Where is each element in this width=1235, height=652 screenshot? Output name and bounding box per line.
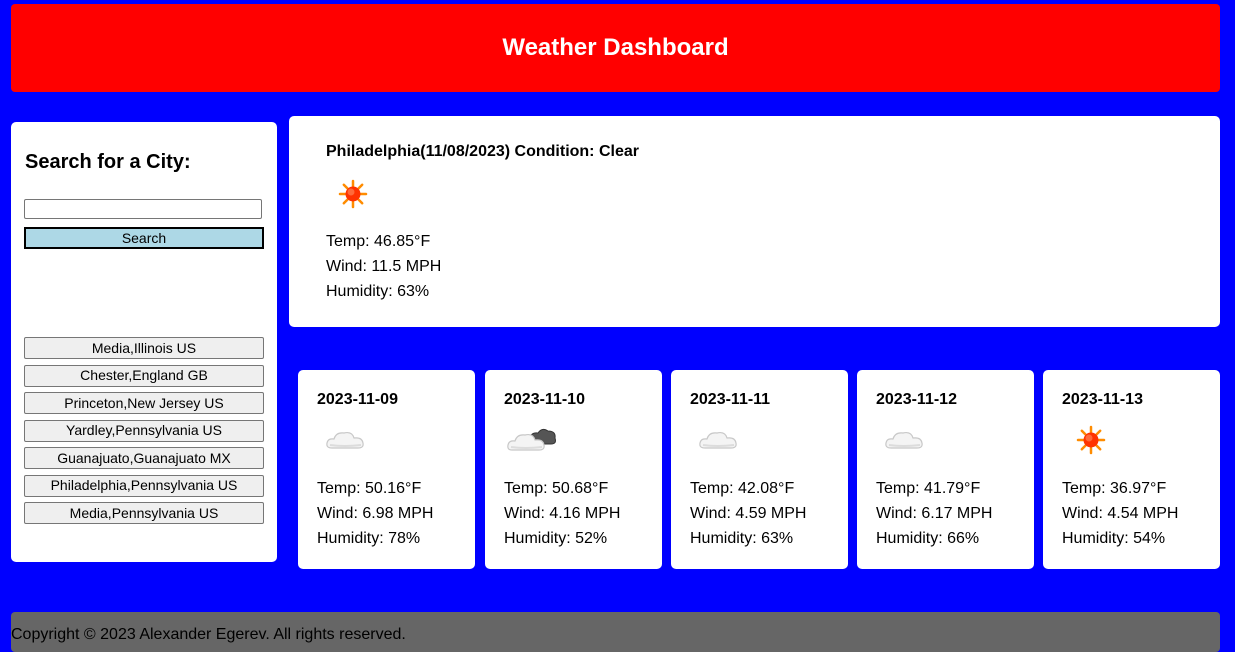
forecast-wind: Wind: 6.98 MPH [317, 505, 434, 522]
broken-clouds-icon [506, 422, 556, 456]
history-button[interactable]: Princeton,New Jersey US [24, 392, 264, 414]
search-panel: Search for a City: Search Media,Illinois… [11, 122, 277, 562]
forecast-stats: Temp: 42.08°F Wind: 4.59 MPH Humidity: 6… [690, 476, 806, 551]
search-history: Media,Illinois US Chester,England GB Pri… [24, 337, 264, 530]
forecast-stats: Temp: 50.16°F Wind: 6.98 MPH Humidity: 7… [317, 476, 433, 551]
history-button[interactable]: Yardley,Pennsylvania US [24, 419, 264, 442]
history-button[interactable]: Chester,England GB [24, 364, 264, 387]
cloud-icon [697, 422, 741, 456]
forecast-humidity: Humidity: 78% [317, 530, 421, 547]
forecast-humidity: Humidity: 52% [504, 530, 608, 547]
forecast-humidity: Humidity: 63% [690, 530, 794, 547]
forecast-date: 2023-11-10 [504, 391, 585, 408]
forecast-temp: Temp: 41.79°F [876, 480, 981, 497]
forecast-card: 2023-11-10 Temp: 50.68°F Wind: 4.16 MPH … [485, 370, 662, 569]
history-button[interactable]: Media,Pennsylvania US [24, 502, 264, 524]
copyright-text: Copyright © 2023 Alexander Egerev. All r… [11, 626, 406, 643]
search-heading: Search for a City: [25, 151, 191, 173]
forecast-date: 2023-11-12 [876, 391, 957, 408]
history-button[interactable]: Media,Illinois US [24, 337, 264, 359]
footer: Copyright © 2023 Alexander Egerev. All r… [11, 612, 1220, 652]
page-title: Weather Dashboard [502, 34, 729, 61]
sun-icon [1075, 424, 1119, 458]
history-button[interactable]: Philadelphia,Pennsylvania US [24, 474, 264, 497]
forecast-date: 2023-11-11 [690, 391, 771, 408]
sun-icon [337, 178, 369, 210]
forecast-stats: Temp: 50.68°F Wind: 4.16 MPH Humidity: 5… [504, 476, 620, 551]
forecast-temp: Temp: 50.68°F [504, 480, 609, 497]
forecast-card: 2023-11-09 Temp: 50.16°F Wind: 6.98 MPH … [298, 370, 475, 569]
current-weather-title: Philadelphia(11/08/2023) Condition: Clea… [326, 143, 639, 160]
forecast-wind: Wind: 4.59 MPH [690, 505, 807, 522]
forecast-humidity: Humidity: 54% [1062, 530, 1166, 547]
city-search-input[interactable] [24, 199, 262, 219]
forecast-card: 2023-11-13 Temp: 36.97°F Wind: 4.54 MPH … [1043, 370, 1220, 569]
history-button[interactable]: Guanajuato,Guanajuato MX [24, 447, 264, 469]
forecast-stats: Temp: 36.97°F Wind: 4.54 MPH Humidity: 5… [1062, 476, 1178, 551]
forecast-humidity: Humidity: 66% [876, 530, 980, 547]
cloud-icon [324, 422, 368, 456]
forecast-card: 2023-11-12 Temp: 41.79°F Wind: 6.17 MPH … [857, 370, 1034, 569]
forecast-date: 2023-11-13 [1062, 391, 1143, 408]
forecast-temp: Temp: 50.16°F [317, 480, 422, 497]
current-humidity: Humidity: 63% [326, 283, 430, 300]
forecast-wind: Wind: 4.54 MPH [1062, 505, 1179, 522]
search-button[interactable]: Search [24, 227, 264, 249]
header: Weather Dashboard [11, 4, 1220, 92]
forecast-stats: Temp: 41.79°F Wind: 6.17 MPH Humidity: 6… [876, 476, 992, 551]
forecast-card: 2023-11-11 Temp: 42.08°F Wind: 4.59 MPH … [671, 370, 848, 569]
forecast-wind: Wind: 6.17 MPH [876, 505, 993, 522]
current-weather-stats: Temp: 46.85°F Wind: 11.5 MPH Humidity: 6… [326, 229, 441, 304]
current-wind: Wind: 11.5 MPH [326, 258, 442, 275]
forecast-temp: Temp: 42.08°F [690, 480, 795, 497]
forecast-temp: Temp: 36.97°F [1062, 480, 1167, 497]
forecast-date: 2023-11-09 [317, 391, 398, 408]
cloud-icon [883, 422, 927, 456]
forecast-wind: Wind: 4.16 MPH [504, 505, 621, 522]
current-temp: Temp: 46.85°F [326, 233, 431, 250]
current-weather-card: Philadelphia(11/08/2023) Condition: Clea… [289, 116, 1220, 327]
